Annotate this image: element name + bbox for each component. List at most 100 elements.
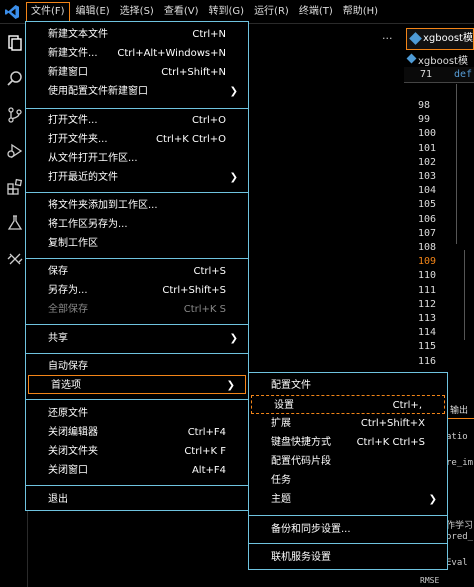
menu-separator (26, 485, 248, 486)
menu-label: 使用配置文件新建窗口 (48, 86, 148, 97)
chevron-right-icon: ❯ (229, 333, 238, 344)
menu-keyboard-shortcuts[interactable]: 键盘快捷方式 Ctrl+K Ctrl+S (249, 433, 447, 452)
panel-text: RMSE (420, 576, 440, 585)
menu-label: 关闭编辑器 (48, 427, 98, 438)
menu-save-all[interactable]: 全部保存 Ctrl+K S (26, 300, 248, 319)
menu-label: 退出 (48, 494, 68, 505)
menu-add-folder-to-workspace[interactable]: 将文件夹添加到工作区... (26, 196, 248, 215)
menu-help[interactable]: 帮助(H) (339, 2, 382, 22)
menu-separator (26, 108, 248, 109)
menu-open-recent[interactable]: 打开最近的文件 ❯ (26, 168, 248, 187)
menu-label: 共享 (48, 333, 68, 344)
menu-auto-save[interactable]: 自动保存 (26, 357, 248, 376)
menu-duplicate-workspace[interactable]: 复制工作区 (26, 234, 248, 253)
menu-label: 主题 (271, 494, 291, 505)
menu-close-window[interactable]: 关闭窗口 Alt+F4 (26, 461, 248, 480)
breadcrumb[interactable]: xgboost模 (404, 52, 474, 66)
menu-save[interactable]: 保存 Ctrl+S (26, 262, 248, 281)
menu-label: 联机服务设置 (271, 552, 331, 563)
menu-label: 全部保存 (48, 304, 88, 315)
menu-new-text-file[interactable]: 新建文本文件 Ctrl+N (26, 25, 248, 44)
line-number: 98 (418, 100, 431, 111)
menu-label: 配置文件 (271, 380, 311, 391)
run-debug-icon[interactable] (6, 142, 24, 160)
menu-selection[interactable]: 选择(S) (116, 2, 158, 22)
menu-save-workspace-as[interactable]: 将工作区另存为... (26, 215, 248, 234)
menu-label: 新建文件... (48, 48, 98, 59)
menu-new-window[interactable]: 新建窗口 Ctrl+Shift+N (26, 63, 248, 82)
line-number: 99 (418, 114, 431, 126)
line-number: 105 (418, 199, 437, 211)
menu-exit[interactable]: 退出 (26, 490, 248, 509)
menu-label: 将文件夹添加到工作区... (48, 200, 158, 211)
menu-separator (26, 192, 248, 193)
line-number: 106 (418, 213, 437, 225)
line-number: 107 (418, 227, 437, 239)
menu-new-window-with-profile[interactable]: 使用配置文件新建窗口 ❯ (26, 82, 248, 101)
menu-shortcut: Ctrl+K S (183, 304, 226, 315)
menu-edit[interactable]: 编辑(E) (72, 2, 114, 22)
menu-profiles[interactable]: 配置文件 (249, 376, 447, 395)
menu-backup-sync-settings[interactable]: 备份和同步设置... (249, 520, 447, 539)
menu-file[interactable]: 文件(F) (26, 2, 70, 22)
menu-separator (26, 353, 248, 354)
more-actions-button[interactable]: ··· (382, 32, 393, 45)
panel-tab-output[interactable]: 输出 (446, 403, 474, 419)
menu-label: 关闭文件夹 (48, 446, 98, 457)
sticky-scroll-line[interactable]: 71 def (404, 67, 474, 83)
menu-share[interactable]: 共享 ❯ (26, 329, 248, 348)
testing-flask-icon[interactable] (6, 214, 24, 232)
menu-run[interactable]: 运行(R) (250, 2, 293, 22)
extensions-icon[interactable] (6, 178, 24, 196)
panel-text: ored_ (446, 532, 474, 542)
line-number: 102 (418, 156, 437, 168)
menu-label: 备份和同步设置... (271, 524, 351, 535)
menu-go[interactable]: 转到(G) (205, 2, 249, 22)
menu-label: 关闭窗口 (48, 465, 88, 476)
menu-extensions[interactable]: 扩展 Ctrl+Shift+X (249, 414, 447, 433)
menu-label: 键盘快捷方式 (271, 437, 331, 448)
menu-shortcut: Ctrl+Alt+Windows+N (117, 48, 226, 59)
panel-text: atio (446, 432, 468, 442)
menu-label: 设置 (274, 400, 294, 411)
menu-open-folder[interactable]: 打开文件夹... Ctrl+K Ctrl+O (26, 130, 248, 149)
explorer-icon[interactable] (6, 34, 24, 52)
menu-label: 新建窗口 (48, 67, 88, 78)
menu-shortcut: Ctrl+K Ctrl+O (156, 134, 226, 145)
search-icon[interactable] (6, 70, 24, 88)
breadcrumb-label: xgboost模 (418, 56, 468, 66)
menu-view[interactable]: 查看(V) (160, 2, 203, 22)
menu-open-file[interactable]: 打开文件... Ctrl+O (26, 111, 248, 130)
menu-open-workspace[interactable]: 从文件打开工作区... (26, 149, 248, 168)
editor-tab-xgboost[interactable]: xgboost模 (406, 28, 474, 50)
menu-online-services-settings[interactable]: 联机服务设置 (249, 548, 447, 567)
chevron-right-icon: ❯ (226, 380, 235, 391)
menu-label: 任务 (271, 475, 291, 486)
menu-themes[interactable]: 主题 ❯ (249, 490, 447, 509)
menu-close-folder[interactable]: 关闭文件夹 Ctrl+K F (26, 442, 248, 461)
line-number: 100 (418, 128, 437, 140)
menu-separator (26, 324, 248, 325)
menu-revert-file[interactable]: 还原文件 (26, 404, 248, 423)
menu-separator (26, 399, 248, 400)
source-control-icon[interactable] (6, 106, 24, 124)
remote-icon[interactable] (6, 250, 24, 268)
preferences-submenu: 配置文件 设置 Ctrl+, 扩展 Ctrl+Shift+X 键盘快捷方式 Ctrl+… (248, 372, 448, 570)
menu-label: 保存 (48, 266, 68, 277)
menu-close-editor[interactable]: 关闭编辑器 Ctrl+F4 (26, 423, 248, 442)
menu-save-as[interactable]: 另存为... Ctrl+Shift+S (26, 281, 248, 300)
menu-separator (249, 515, 447, 516)
menu-label: 首选项 (51, 380, 81, 391)
menu-label: 配置代码片段 (271, 456, 331, 467)
chevron-right-icon: ❯ (229, 86, 238, 97)
line-number: 104 (418, 185, 437, 197)
menu-configure-snippets[interactable]: 配置代码片段 (249, 452, 447, 471)
panel-text: Eval (446, 558, 468, 568)
menu-shortcut: Ctrl+N (192, 29, 226, 40)
menu-tasks[interactable]: 任务 (249, 471, 447, 490)
menu-new-file[interactable]: 新建文件... Ctrl+Alt+Windows+N (26, 44, 248, 63)
menu-settings[interactable]: 设置 Ctrl+, (251, 395, 445, 414)
menu-terminal[interactable]: 终端(T) (295, 2, 337, 22)
menu-preferences[interactable]: 首选项 ❯ (28, 375, 246, 394)
menu-label: 打开最近的文件 (48, 172, 118, 183)
